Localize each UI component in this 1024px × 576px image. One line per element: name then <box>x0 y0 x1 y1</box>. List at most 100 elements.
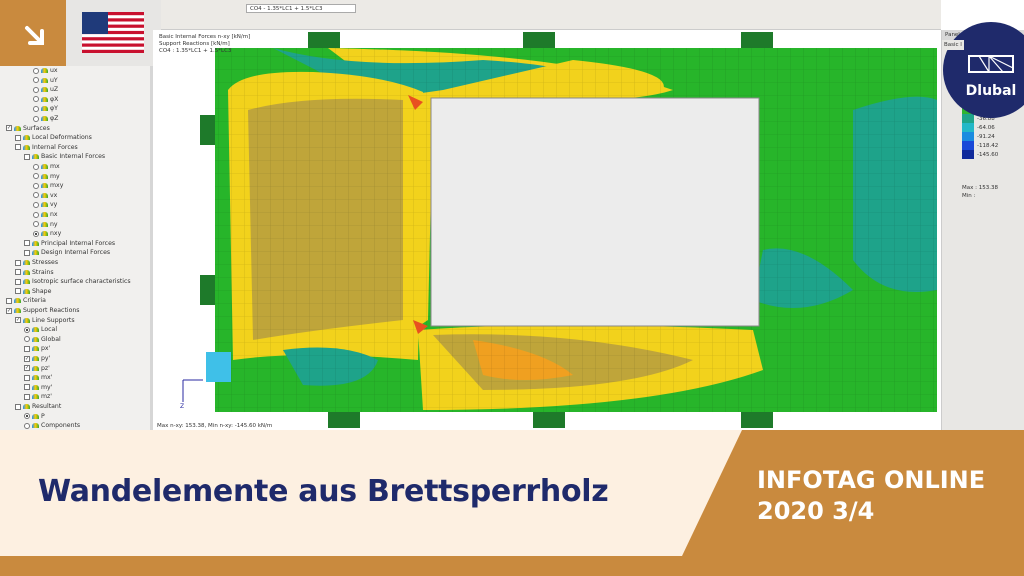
result-type-icon <box>32 413 39 419</box>
radio-button[interactable] <box>24 413 30 420</box>
radio-button[interactable] <box>33 115 39 122</box>
result-type-icon <box>32 384 39 390</box>
tree-item[interactable]: Components <box>24 421 80 430</box>
tree-item[interactable]: Global <box>24 335 61 344</box>
checkbox[interactable] <box>15 278 21 285</box>
checkbox[interactable] <box>24 384 30 391</box>
legend-swatch <box>962 132 974 141</box>
tree-item[interactable]: ✓ Surfaces <box>6 124 50 133</box>
checkbox[interactable] <box>15 259 21 266</box>
tree-item[interactable]: φZ <box>33 114 58 123</box>
result-type-icon <box>41 68 48 73</box>
load-combination-select[interactable]: CO4 - 1.35*LC1 + 1.5*LC3 <box>246 4 356 13</box>
video-title: Wandelemente aus Brettsperrholz <box>38 474 609 509</box>
radio-button[interactable] <box>24 336 30 343</box>
tree-item[interactable]: mxy <box>33 181 63 190</box>
tree-item[interactable]: mx' <box>24 373 52 382</box>
tree-item[interactable]: Principal Internal Forces <box>24 239 115 248</box>
tree-item-label: nxy <box>50 230 62 238</box>
tree-item[interactable]: uY <box>33 76 58 85</box>
checkbox[interactable] <box>15 288 21 295</box>
checkbox[interactable] <box>24 153 30 160</box>
tree-item[interactable]: nx <box>33 210 58 219</box>
radio-button[interactable] <box>33 211 39 218</box>
checkbox[interactable] <box>15 269 21 276</box>
radio-button[interactable] <box>33 105 39 112</box>
checkbox[interactable] <box>15 144 21 151</box>
checkbox[interactable] <box>24 393 30 400</box>
tree-item[interactable]: mx <box>33 162 60 171</box>
radio-button[interactable] <box>33 192 39 199</box>
checkbox[interactable] <box>24 345 30 352</box>
max-min-summary: Max n-xy: 153.38, Min n-xy: -145.60 kN/m <box>157 423 273 429</box>
tree-item[interactable]: Strains <box>15 268 54 277</box>
tree-item[interactable]: uZ <box>33 85 58 94</box>
tree-item[interactable]: φX <box>33 95 58 104</box>
tree-item[interactable]: ✓ py' <box>24 354 50 363</box>
tree-item-label: Local Deformations <box>32 134 92 142</box>
tree-item[interactable]: mz' <box>24 392 52 401</box>
checkbox[interactable]: ✓ <box>24 365 30 372</box>
radio-button[interactable] <box>33 221 39 228</box>
legend-entry: -64.06 <box>962 123 998 132</box>
tree-item[interactable]: my <box>33 172 60 181</box>
radio-button[interactable] <box>33 201 39 208</box>
toolbar: CO4 - 1.35*LC1 + 1.5*LC3 <box>161 0 941 30</box>
tree-item[interactable]: φY <box>33 104 58 113</box>
graphics-canvas[interactable]: Z Basic Internal Forces n-xy [kN/m] Suppo… <box>153 30 940 430</box>
tree-item-label: Design Internal Forces <box>41 249 111 257</box>
radio-button[interactable] <box>24 422 30 429</box>
tree-item[interactable]: Local <box>24 325 57 334</box>
checkbox[interactable] <box>24 374 30 381</box>
radio-button[interactable] <box>33 182 39 189</box>
tree-item[interactable]: Resultant <box>15 402 61 411</box>
tree-item-label: ny <box>50 220 58 228</box>
radio-button[interactable] <box>33 96 39 103</box>
radio-button[interactable] <box>33 67 39 74</box>
checkbox[interactable] <box>15 403 21 410</box>
tree-item[interactable]: ✓ pz' <box>24 364 50 373</box>
tree-item[interactable]: Isotropic surface characteristics <box>15 277 131 286</box>
result-type-icon <box>32 394 39 400</box>
tree-item-label: Components <box>41 422 81 430</box>
radio-button[interactable] <box>33 86 39 93</box>
radio-button[interactable] <box>33 230 39 237</box>
tree-item[interactable]: Local Deformations <box>15 133 92 142</box>
tree-item[interactable]: ✓ Line Supports <box>15 316 75 325</box>
tree-item-label: pz' <box>41 364 50 372</box>
language-tile[interactable] <box>0 0 66 66</box>
tree-item[interactable]: px' <box>24 344 50 353</box>
tree-item[interactable]: nxy <box>33 229 61 238</box>
tree-item[interactable]: vy <box>33 200 57 209</box>
tree-item[interactable]: my' <box>24 383 52 392</box>
checkbox[interactable]: ✓ <box>6 125 12 132</box>
radio-button[interactable] <box>33 77 39 84</box>
radio-button[interactable] <box>33 173 39 180</box>
radio-button[interactable] <box>24 326 30 333</box>
tree-item[interactable]: ny <box>33 220 58 229</box>
tree-item[interactable]: Basic Internal Forces <box>24 152 105 161</box>
tree-item[interactable]: Criteria <box>6 296 46 305</box>
tree-item[interactable]: Design Internal Forces <box>24 248 110 257</box>
us-flag-icon <box>82 12 144 53</box>
result-type-icon <box>14 308 21 313</box>
tree-item[interactable]: ux <box>33 66 58 75</box>
checkbox[interactable]: ✓ <box>15 317 21 324</box>
checkbox[interactable] <box>15 134 21 141</box>
language-selector[interactable] <box>66 0 161 66</box>
tree-item[interactable]: P <box>24 412 45 421</box>
checkbox[interactable] <box>24 240 30 247</box>
tree-item-label: px' <box>41 345 51 353</box>
legend-entry: -145.60 <box>962 150 998 159</box>
radio-button[interactable] <box>33 163 39 170</box>
checkbox[interactable]: ✓ <box>6 307 12 314</box>
result-type-icon <box>32 346 39 352</box>
tree-item[interactable]: Internal Forces <box>15 143 78 152</box>
checkbox[interactable] <box>24 249 30 256</box>
tree-item[interactable]: Shape <box>15 287 51 296</box>
tree-item[interactable]: vx <box>33 191 57 200</box>
tree-item[interactable]: Stresses <box>15 258 58 267</box>
tree-item[interactable]: ✓ Support Reactions <box>6 306 80 315</box>
checkbox[interactable]: ✓ <box>24 355 30 362</box>
checkbox[interactable] <box>6 297 12 304</box>
